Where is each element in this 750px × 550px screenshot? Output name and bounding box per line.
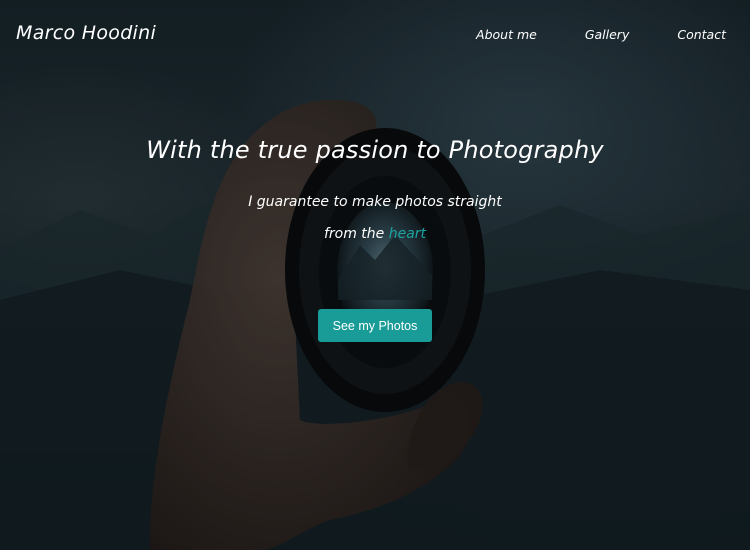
subtitle-prefix: from the bbox=[323, 226, 389, 242]
hero-background bbox=[0, 0, 750, 550]
see-my-photos-button[interactable]: See my Photos bbox=[318, 309, 432, 342]
nav-link-about-me[interactable]: About me bbox=[476, 27, 537, 42]
dark-overlay bbox=[0, 0, 750, 550]
main-nav: About me Gallery Contact bbox=[428, 27, 726, 42]
hero-subtitle-line2: from the heart bbox=[0, 226, 750, 242]
hero-subtitle-line1: I guarantee to make photos straight bbox=[248, 194, 502, 210]
subtitle-accent-word: heart bbox=[388, 226, 427, 242]
hero-headline: With the true passion to Photography bbox=[146, 136, 604, 164]
nav-link-contact[interactable]: Contact bbox=[677, 27, 726, 42]
nav-link-gallery[interactable]: Gallery bbox=[585, 27, 630, 42]
brand-logo[interactable]: Marco Hoodini bbox=[16, 22, 156, 44]
